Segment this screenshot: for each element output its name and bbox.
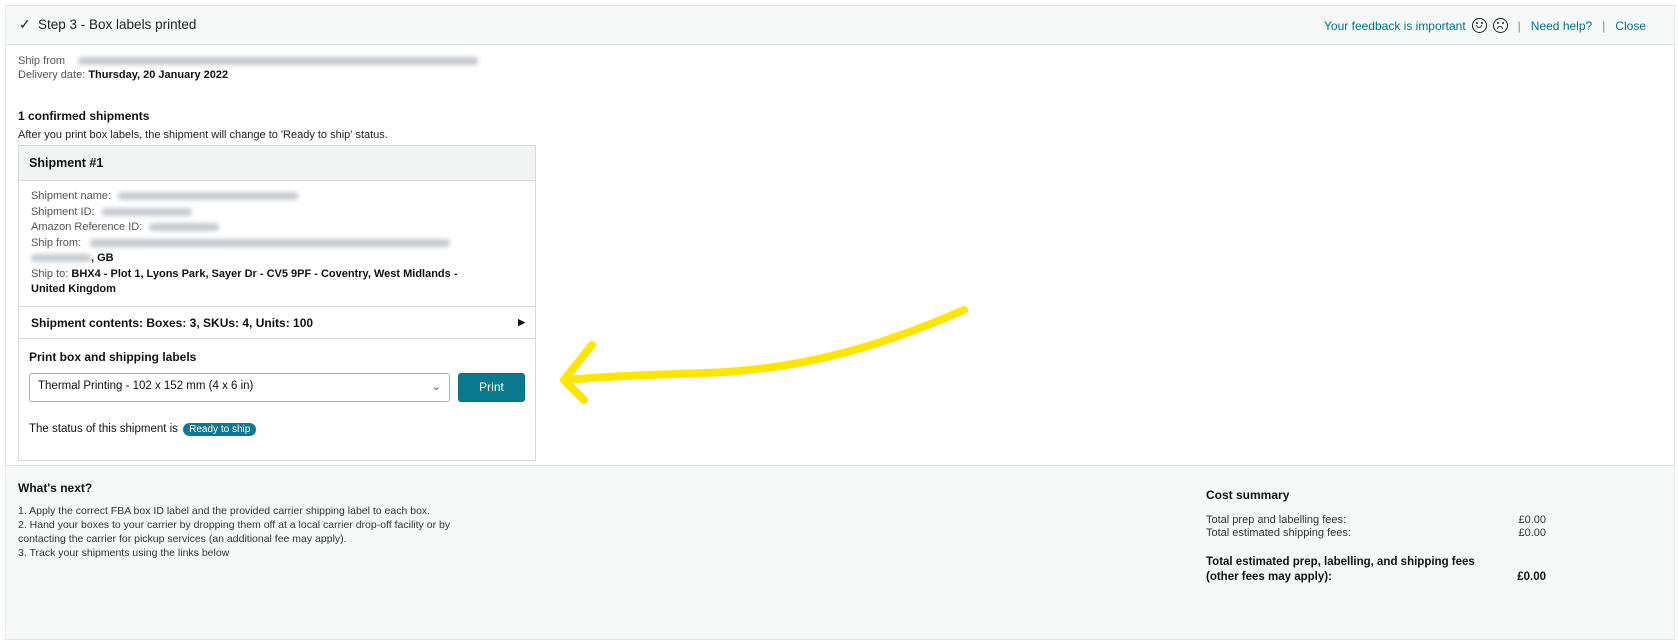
annotation-arrow [560,306,968,404]
shipment-details: Shipment name: Shipment ID: Amazon Refer… [19,181,535,307]
ship-to-row: Ship to: BHX4 - Plot 1, Lyons Park, Saye… [31,267,523,283]
step-title: Step 3 - Box labels printed [38,17,197,32]
total-fees-row: Total estimated prep, labelling, and shi… [1206,555,1546,585]
happy-face-icon[interactable] [1471,18,1487,33]
redacted-town [31,254,91,263]
redacted-name [118,192,299,201]
ship-from-label: Ship from [18,55,66,67]
delivery-row: Delivery date: Thursday, 20 January 2022 [18,68,478,82]
ship-from-detail-row: Ship from: [31,236,523,252]
cost-summary: Cost summary Total prep and labelling fe… [1206,488,1546,585]
status-badge: Ready to ship [183,423,257,436]
list-item: 3. Track your shipments using the links … [18,547,230,559]
step-header: ✓ Step 3 - Box labels printed Your feedb… [6,5,1674,45]
ship-from-row: Ship from [18,54,479,68]
list-item: 1. Apply the correct FBA box ID label an… [18,505,431,517]
footer-section: What's next? 1. Apply the correct FBA bo… [6,465,1674,640]
redacted-id [101,207,192,216]
prep-fees-label: Total prep and labelling fees: [1206,514,1347,526]
feedback-link[interactable]: Your feedback is important [1324,19,1466,33]
shipment-meta: Ship from Delivery date: Thursday, 20 Ja… [18,54,479,82]
redacted-reference [149,223,220,232]
whats-next-list: 1. Apply the correct FBA box ID label an… [18,504,498,560]
print-button[interactable]: Print [458,373,525,402]
sad-face-icon[interactable] [1492,18,1508,33]
caret-right-icon: ▶ [518,317,525,327]
shipment-id-row: Shipment ID: [31,205,523,221]
delivery-value: Thursday, 20 January 2022 [88,69,229,81]
redacted-address [78,57,479,66]
shipment-name-row: Shipment name: [31,189,523,205]
confirmed-title: 1 confirmed shipments [18,109,150,123]
chevron-down-icon: ⌄ [431,381,441,393]
reference-id-row: Amazon Reference ID: [31,220,523,236]
shipping-fees-row: Total estimated shipping fees: £0.00 [1206,527,1546,540]
prep-fees-row: Total prep and labelling fees: £0.00 [1206,514,1546,527]
shipment-id-label: Shipment ID: [31,205,95,218]
shipment-status: The status of this shipment is Ready to … [29,423,257,436]
shipping-fees-value: £0.00 [1518,527,1546,539]
whats-next-title: What's next? [18,481,93,495]
separator: | [1517,18,1521,33]
confirmed-description: After you print box labels, the shipment… [18,129,388,141]
prep-fees-value: £0.00 [1518,514,1546,526]
page: ✓ Step 3 - Box labels printed Your feedb… [5,5,1675,640]
ship-from-country-row: , GB [31,251,523,267]
shipment-heading: Shipment #1 [19,146,535,181]
header-links: Your feedback is important | Need help? … [1324,18,1646,33]
shipping-fees-label: Total estimated shipping fees: [1206,527,1351,539]
total-fees-value: £0.00 [1517,571,1546,583]
ship-to-value: BHX4 - Plot 1, Lyons Park, Sayer Dr - CV… [71,267,458,280]
ship-to-country: United Kingdom [31,283,116,295]
reference-id-label: Amazon Reference ID: [31,221,143,233]
print-format-select[interactable]: Thermal Printing - 102 x 152 mm (4 x 6 i… [29,373,450,402]
print-label: Print box and shipping labels [29,350,197,364]
status-text: The status of this shipment is [29,423,178,435]
ship-from-country: , GB [91,252,114,264]
close-link[interactable]: Close [1615,19,1646,33]
delivery-label: Delivery date: [18,69,86,81]
ship-to-country-row: United Kingdom [31,282,523,298]
shipment-card: Shipment #1 Shipment name: Shipment ID: … [18,145,536,461]
print-section: Print box and shipping labels Thermal Pr… [19,339,535,460]
ship-to-label: Ship to: [31,267,69,280]
total-fees-label: Total estimated prep, labelling, and shi… [1206,556,1475,583]
separator: | [1602,18,1606,33]
list-item: 2. Hand your boxes to your carrier by dr… [18,519,451,545]
ship-from-detail-label: Ship from: [31,236,82,249]
shipment-name-label: Shipment name: [31,190,112,202]
shipment-contents-toggle[interactable]: Shipment contents: Boxes: 3, SKUs: 4, Un… [19,307,535,339]
shipment-contents-label: Shipment contents: Boxes: 3, SKUs: 4, Un… [31,316,314,330]
redacted-ship-from [90,238,451,247]
need-help-link[interactable]: Need help? [1531,19,1592,33]
cost-summary-title: Cost summary [1206,488,1290,502]
print-format-value: Thermal Printing - 102 x 152 mm (4 x 6 i… [38,380,254,392]
check-icon: ✓ [19,16,31,32]
